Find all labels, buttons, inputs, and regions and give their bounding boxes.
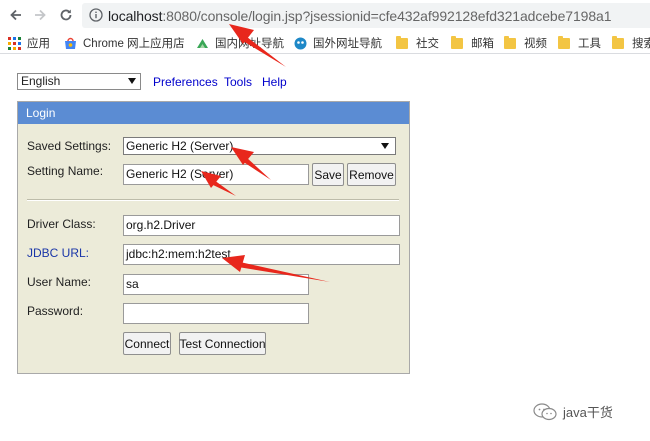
user-name-value: sa — [126, 277, 139, 291]
password-label: Password: — [27, 304, 84, 318]
bookmark-folder-mail[interactable]: 邮箱 — [451, 35, 494, 51]
bookmarks-bar: 应用 Chrome 网上应用店 国内网址导航 国外网址导航 社交 邮箱 视频 工… — [0, 31, 650, 54]
language-value: English — [21, 74, 61, 88]
back-arrow-icon — [10, 9, 21, 21]
back-button[interactable] — [6, 5, 26, 25]
bookmark-label: 国内网址导航 — [215, 38, 284, 50]
folder-icon — [612, 35, 624, 49]
setting-name-input[interactable]: Generic H2 (Server) — [123, 164, 309, 185]
bookmark-folder-social[interactable]: 社交 — [396, 35, 439, 51]
bookmark-label: 视频 — [524, 38, 547, 50]
driver-class-value: org.h2.Driver — [126, 218, 196, 232]
jdbc-url-input[interactable]: jdbc:h2:mem:h2test — [123, 244, 400, 265]
help-link[interactable]: Help — [262, 75, 287, 89]
folder-icon — [396, 35, 408, 49]
dropdown-arrow-icon — [128, 78, 136, 84]
jdbc-url-value: jdbc:h2:mem:h2test — [126, 247, 231, 261]
setting-name-value: Generic H2 (Server) — [126, 167, 234, 181]
save-button[interactable]: Save — [312, 163, 344, 186]
setting-name-label: Setting Name: — [27, 164, 104, 178]
remove-button[interactable]: Remove — [347, 163, 396, 186]
bookmark-label: 应用 — [27, 38, 50, 50]
bookmark-domestic-nav[interactable]: 国内网址导航 — [196, 35, 284, 51]
bookmark-label: 邮箱 — [471, 38, 494, 50]
reload-button[interactable] — [56, 5, 76, 25]
folder-icon — [451, 35, 463, 49]
bookmark-label: 国外网址导航 — [313, 38, 382, 50]
bookmark-chrome-webstore[interactable]: Chrome 网上应用店 — [64, 35, 185, 51]
connect-button[interactable]: Connect — [123, 332, 171, 355]
divider — [27, 199, 399, 201]
bookmark-label: 工具 — [578, 38, 601, 50]
login-panel: Login Saved Settings: Generic H2 (Server… — [17, 101, 410, 374]
preferences-link[interactable]: Preferences — [153, 75, 218, 89]
browser-toolbar: localhost:8080/console/login.jsp?jsessio… — [0, 0, 650, 31]
saved-settings-select[interactable]: Generic H2 (Server) — [123, 137, 396, 155]
tools-link[interactable]: Tools — [224, 75, 252, 89]
test-connection-button[interactable]: Test Connection — [179, 332, 266, 355]
bookmark-label: Chrome 网上应用店 — [83, 38, 185, 50]
driver-class-label: Driver Class: — [27, 217, 96, 231]
apps-grid-icon — [8, 36, 21, 50]
folder-icon — [504, 35, 516, 49]
jdbc-url-label[interactable]: JDBC URL: — [27, 246, 89, 260]
dropdown-arrow-icon — [381, 143, 389, 149]
url-text: localhost:8080/console/login.jsp?jsessio… — [108, 8, 612, 24]
saved-settings-value: Generic H2 (Server) — [126, 139, 234, 153]
address-bar[interactable]: localhost:8080/console/login.jsp?jsessio… — [82, 3, 650, 28]
user-name-input[interactable]: sa — [123, 274, 309, 295]
bookmark-label: 社交 — [416, 38, 439, 50]
forward-arrow-icon — [35, 9, 46, 21]
chrome-webstore-icon — [65, 37, 76, 49]
bookmark-folder-tools[interactable]: 工具 — [558, 35, 601, 51]
folder-icon — [558, 35, 570, 49]
bookmark-apps[interactable]: 应用 — [8, 35, 50, 51]
login-title: Login — [18, 102, 409, 124]
globe-site-icon — [294, 37, 307, 49]
bookmark-folder-search[interactable]: 搜索 — [612, 35, 650, 51]
url-path: :8080/console/login.jsp?jsessionid=cfe43… — [162, 8, 612, 24]
bookmark-label: 搜索 — [632, 38, 650, 50]
driver-class-input[interactable]: org.h2.Driver — [123, 215, 400, 236]
bookmark-foreign-nav[interactable]: 国外网址导航 — [294, 35, 382, 51]
wechat-icon — [533, 402, 557, 420]
watermark: java干货 — [533, 402, 613, 421]
language-select[interactable]: English — [17, 73, 141, 90]
reload-icon — [60, 9, 72, 21]
forward-button[interactable] — [30, 5, 50, 25]
user-name-label: User Name: — [27, 275, 92, 289]
saved-settings-label: Saved Settings: — [27, 139, 112, 153]
bookmark-folder-video[interactable]: 视频 — [504, 35, 547, 51]
password-input[interactable] — [123, 303, 309, 324]
url-host: localhost — [108, 8, 163, 24]
navigation-site-icon — [197, 38, 208, 48]
info-icon — [89, 8, 103, 22]
watermark-text: java干货 — [563, 405, 613, 420]
